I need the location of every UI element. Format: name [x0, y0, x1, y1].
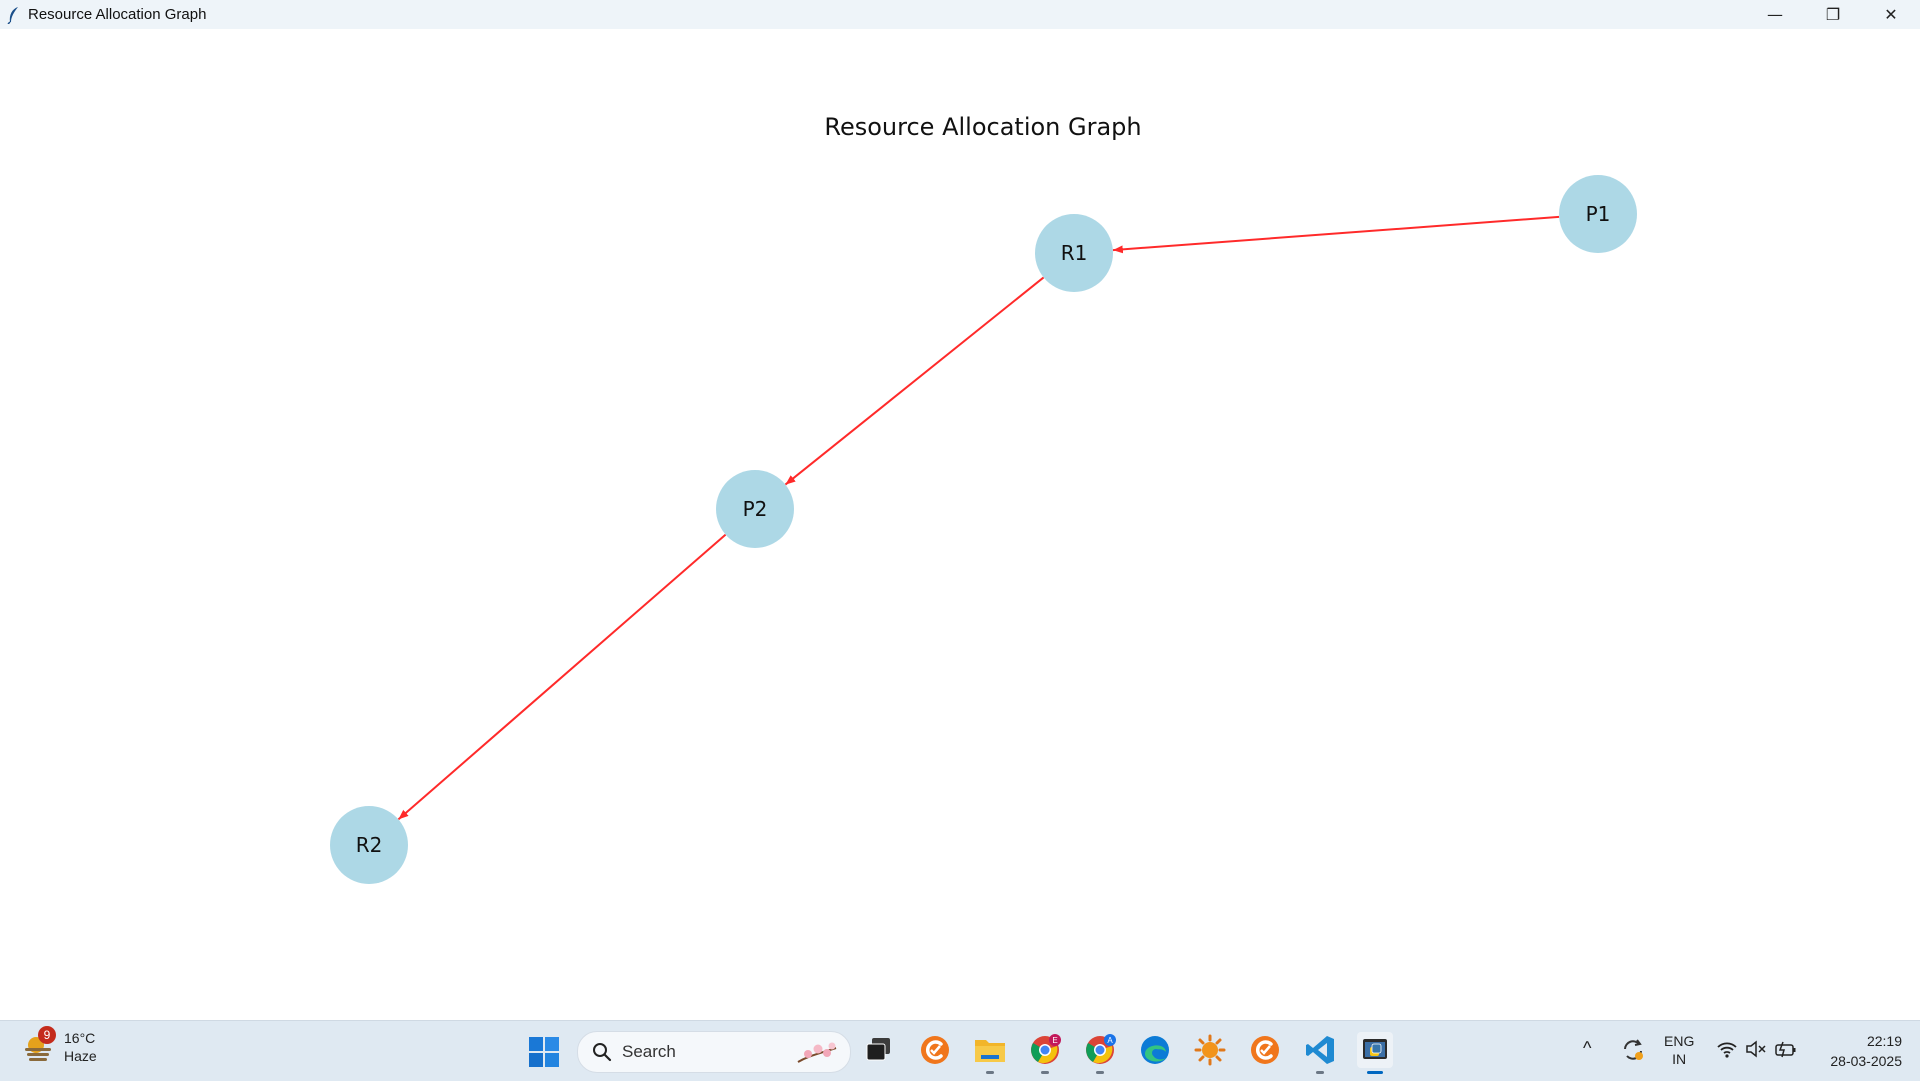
edge-button[interactable]: [1137, 1032, 1173, 1068]
windows-start-icon[interactable]: [528, 1036, 560, 1068]
weather-widget[interactable]: 9 16°C Haze: [22, 1026, 97, 1065]
file-explorer-button[interactable]: [972, 1032, 1008, 1074]
python-icon: [1363, 1039, 1387, 1059]
taskbar-app-sun[interactable]: [1192, 1032, 1228, 1068]
taskbar-app-orange[interactable]: [917, 1032, 953, 1068]
folder-icon: [975, 1040, 1005, 1062]
window-titlebar: Resource Allocation Graph — ❐ ✕: [0, 0, 1920, 29]
node-label-p1: P1: [1586, 202, 1611, 226]
python-window-button[interactable]: [1357, 1032, 1393, 1074]
wifi-icon[interactable]: [1716, 1039, 1738, 1059]
edge-p2-to-r2: [397, 533, 727, 821]
language-code: ENG: [1664, 1033, 1695, 1049]
running-indicator: [1316, 1071, 1324, 1074]
edge-icon: [1141, 1036, 1169, 1064]
node-label-r1: R1: [1061, 241, 1088, 265]
node-label-r2: R2: [356, 833, 383, 857]
search-placeholder: Search: [622, 1042, 676, 1061]
volume-muted-icon[interactable]: [1745, 1039, 1767, 1059]
chrome-icon: A: [1086, 1034, 1116, 1064]
minimize-button[interactable]: —: [1746, 0, 1804, 29]
taskbar: 9 16°C Haze Search E A ^ ENG IN 22:19 28…: [0, 1020, 1920, 1081]
orange-c-icon: [1251, 1036, 1279, 1064]
graph-svg: P1 R1 P2 R2: [330, 175, 1637, 884]
feather-icon: [7, 6, 18, 24]
clock-time: 22:19: [1866, 1033, 1902, 1049]
weather-badge: 9: [38, 1026, 56, 1044]
orange-c-icon: [921, 1036, 949, 1064]
battery-charging-icon[interactable]: [1774, 1039, 1798, 1059]
chrome-badge-a: A: [1107, 1036, 1113, 1045]
show-hidden-icons-chevron[interactable]: ^: [1583, 1039, 1591, 1057]
active-indicator: [1367, 1071, 1383, 1074]
task-view-button[interactable]: [861, 1032, 897, 1068]
vscode-icon: [1306, 1036, 1334, 1064]
node-label-p2: P2: [743, 497, 768, 521]
weather-condition: Haze: [64, 1048, 97, 1064]
taskbar-app-orange-2[interactable]: [1247, 1032, 1283, 1068]
clock-date: 28-03-2025: [1830, 1053, 1902, 1069]
region-code: IN: [1672, 1051, 1687, 1067]
edge-p1-to-r1: [1112, 215, 1560, 254]
weather-temperature: 16°C: [64, 1030, 96, 1046]
sync-icon[interactable]: [1620, 1037, 1646, 1063]
system-clock[interactable]: 22:19 28-03-2025: [1830, 1031, 1902, 1071]
window-title: Resource Allocation Graph: [28, 6, 207, 23]
running-indicator: [1096, 1071, 1104, 1074]
window-controls: — ❐ ✕: [1746, 0, 1920, 29]
vscode-button[interactable]: [1302, 1032, 1338, 1074]
running-indicator: [986, 1071, 994, 1074]
taskbar-search-box[interactable]: Search: [577, 1031, 851, 1073]
search-icon: [593, 1043, 612, 1062]
chrome-profile-e-button[interactable]: E: [1027, 1032, 1063, 1074]
close-button[interactable]: ✕: [1862, 0, 1920, 29]
graph-canvas: Resource Allocation Graph P1 R1 P2 R2: [0, 29, 1920, 1020]
task-view-icon: [866, 1038, 890, 1061]
chrome-badge-e: E: [1052, 1036, 1057, 1045]
blossom-decoration-icon: [797, 1042, 837, 1063]
sun-icon: [1194, 1034, 1226, 1066]
running-indicator: [1041, 1071, 1049, 1074]
chrome-icon: E: [1031, 1034, 1061, 1064]
edge-r1-to-p2: [784, 276, 1045, 486]
restore-button[interactable]: ❐: [1804, 0, 1862, 29]
chrome-profile-a-button[interactable]: A: [1082, 1032, 1118, 1074]
haze-weather-icon: 9: [22, 1026, 56, 1064]
language-indicator[interactable]: ENG IN: [1664, 1032, 1694, 1068]
